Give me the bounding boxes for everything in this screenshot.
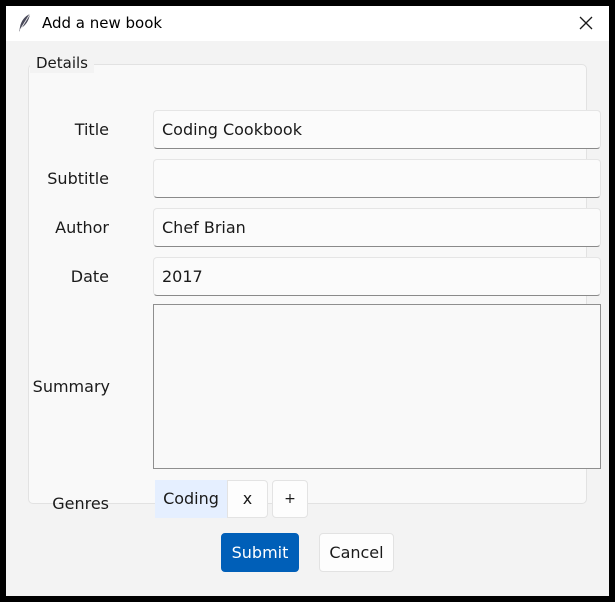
dialog-body: Title Coding Cookbook Subtitle Author Ch…	[6, 41, 609, 596]
author-input[interactable]: Chef Brian	[153, 208, 601, 247]
author-label: Author	[55, 218, 109, 237]
title-label: Title	[74, 120, 109, 139]
title-bar: Add a new book	[6, 6, 609, 41]
date-input[interactable]: 2017	[153, 257, 601, 296]
feather-icon	[18, 13, 32, 33]
add-genre-button[interactable]: +	[272, 480, 308, 518]
genre-chip: Coding	[155, 480, 227, 518]
summary-textarea[interactable]	[153, 304, 601, 469]
details-group-label: Details	[30, 53, 95, 73]
title-input[interactable]: Coding Cookbook	[153, 110, 601, 149]
window-title: Add a new book	[42, 14, 163, 32]
submit-button[interactable]: Submit	[221, 533, 299, 572]
add-book-dialog: Add a new book Title Coding Cookbook Sub…	[6, 6, 609, 596]
remove-genre-button[interactable]: x	[227, 480, 268, 518]
cancel-button[interactable]: Cancel	[319, 533, 394, 572]
subtitle-input[interactable]	[153, 159, 601, 198]
subtitle-label: Subtitle	[47, 169, 109, 188]
genres-label: Genres	[52, 494, 109, 513]
date-label: Date	[70, 267, 109, 286]
summary-label: Summary	[32, 377, 110, 396]
close-button[interactable]	[563, 6, 609, 41]
details-group: Title Coding Cookbook Subtitle Author Ch…	[28, 64, 601, 518]
